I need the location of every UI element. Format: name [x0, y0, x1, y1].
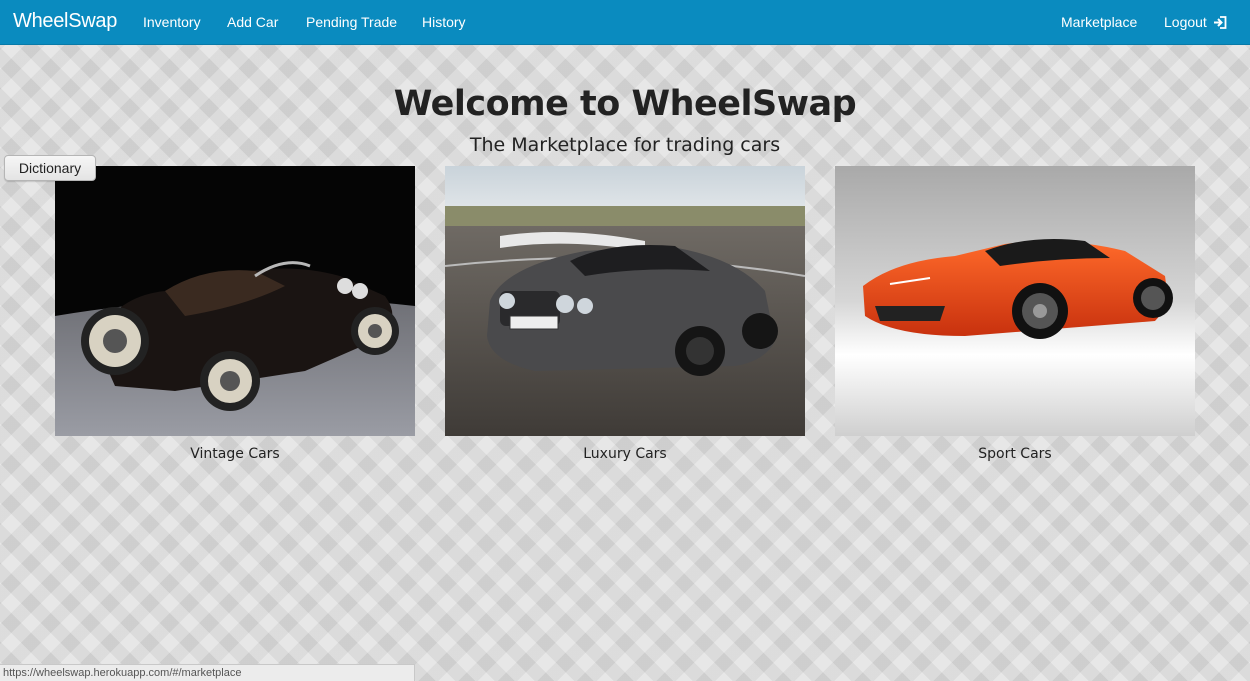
luxury-cars-caption[interactable]: Luxury Cars: [445, 446, 805, 462]
nav-history[interactable]: History: [422, 14, 466, 30]
sport-cars-caption[interactable]: Sport Cars: [835, 446, 1195, 462]
logout-label: Logout: [1164, 14, 1207, 30]
nav-inventory[interactable]: Inventory: [143, 14, 201, 30]
logout-icon: [1213, 16, 1227, 29]
brand-link[interactable]: WheelSwap: [13, 10, 117, 33]
dictionary-button[interactable]: Dictionary: [4, 155, 96, 181]
page-subtitle: The Marketplace for trading cars: [469, 134, 781, 156]
status-bar-url: https://wheelswap.herokuapp.com/#/market…: [0, 664, 415, 681]
luxury-cars-image[interactable]: [445, 166, 805, 436]
navbar: WheelSwap Inventory Add Car Pending Trad…: [0, 0, 1250, 45]
page-title: Welcome to WheelSwap: [393, 84, 857, 124]
nav-add-car[interactable]: Add Car: [227, 14, 278, 30]
nav-logout[interactable]: Logout: [1164, 14, 1227, 30]
vintage-cars-image[interactable]: [55, 166, 415, 436]
nav-marketplace[interactable]: Marketplace: [1061, 14, 1137, 30]
nav-pending-trade[interactable]: Pending Trade: [306, 14, 397, 30]
sport-cars-image[interactable]: [835, 166, 1195, 436]
vintage-cars-caption[interactable]: Vintage Cars: [55, 446, 415, 462]
